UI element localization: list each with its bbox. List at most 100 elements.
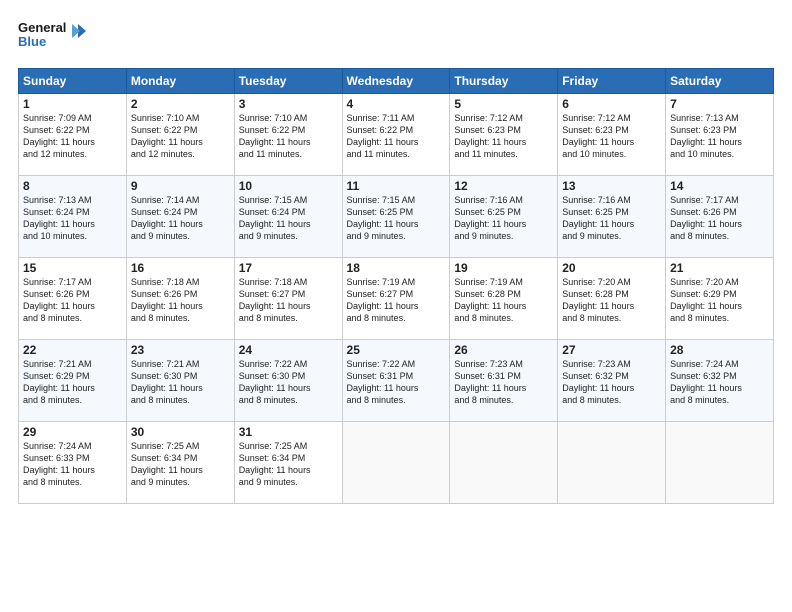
week-row-4: 22 Sunrise: 7:21 AMSunset: 6:29 PMDayligh… — [19, 340, 774, 422]
cell-info: Sunrise: 7:18 AMSunset: 6:27 PMDaylight:… — [239, 277, 311, 323]
day-number: 4 — [347, 97, 446, 111]
cell-info: Sunrise: 7:23 AMSunset: 6:32 PMDaylight:… — [562, 359, 634, 405]
logo-svg: General Blue — [18, 18, 88, 58]
day-number: 1 — [23, 97, 122, 111]
day-number: 28 — [670, 343, 769, 357]
calendar-cell: 5 Sunrise: 7:12 AMSunset: 6:23 PMDaylight… — [450, 94, 558, 176]
calendar-cell — [342, 422, 450, 504]
calendar-cell: 15 Sunrise: 7:17 AMSunset: 6:26 PMDayligh… — [19, 258, 127, 340]
day-number: 22 — [23, 343, 122, 357]
week-row-1: 1 Sunrise: 7:09 AMSunset: 6:22 PMDaylight… — [19, 94, 774, 176]
cell-info: Sunrise: 7:25 AMSunset: 6:34 PMDaylight:… — [239, 441, 311, 487]
calendar-cell: 19 Sunrise: 7:19 AMSunset: 6:28 PMDayligh… — [450, 258, 558, 340]
day-header-saturday: Saturday — [666, 69, 774, 94]
week-row-3: 15 Sunrise: 7:17 AMSunset: 6:26 PMDayligh… — [19, 258, 774, 340]
cell-info: Sunrise: 7:24 AMSunset: 6:32 PMDaylight:… — [670, 359, 742, 405]
cell-info: Sunrise: 7:19 AMSunset: 6:28 PMDaylight:… — [454, 277, 526, 323]
calendar-cell: 16Sunrise: 7:18 AMSunset: 6:26 PMDayligh… — [126, 258, 234, 340]
day-number: 18 — [347, 261, 446, 275]
day-number: 24 — [239, 343, 338, 357]
cell-info: Sunrise: 7:20 AMSunset: 6:29 PMDaylight:… — [670, 277, 742, 323]
calendar-body: 1 Sunrise: 7:09 AMSunset: 6:22 PMDaylight… — [19, 94, 774, 504]
cell-info: Sunrise: 7:22 AMSunset: 6:31 PMDaylight:… — [347, 359, 419, 405]
calendar-cell: 31 Sunrise: 7:25 AMSunset: 6:34 PMDayligh… — [234, 422, 342, 504]
calendar-cell: 11 Sunrise: 7:15 AMSunset: 6:25 PMDayligh… — [342, 176, 450, 258]
cell-info: Sunrise: 7:13 AMSunset: 6:24 PMDaylight:… — [23, 195, 95, 241]
calendar-table: SundayMondayTuesdayWednesdayThursdayFrid… — [18, 68, 774, 504]
day-number: 26 — [454, 343, 553, 357]
day-number: 10 — [239, 179, 338, 193]
calendar-cell: 20 Sunrise: 7:20 AMSunset: 6:28 PMDayligh… — [558, 258, 666, 340]
calendar-cell: 29 Sunrise: 7:24 AMSunset: 6:33 PMDayligh… — [19, 422, 127, 504]
cell-info: Sunrise: 7:21 AMSunset: 6:30 PMDaylight:… — [131, 359, 203, 405]
calendar-cell: 3Sunrise: 7:10 AMSunset: 6:22 PMDaylight… — [234, 94, 342, 176]
day-number: 20 — [562, 261, 661, 275]
day-header-friday: Friday — [558, 69, 666, 94]
cell-info: Sunrise: 7:24 AMSunset: 6:33 PMDaylight:… — [23, 441, 95, 487]
day-number: 11 — [347, 179, 446, 193]
cell-info: Sunrise: 7:16 AMSunset: 6:25 PMDaylight:… — [454, 195, 526, 241]
cell-info: Sunrise: 7:11 AMSunset: 6:22 PMDaylight:… — [347, 113, 419, 159]
calendar-cell: 23Sunrise: 7:21 AMSunset: 6:30 PMDayligh… — [126, 340, 234, 422]
calendar-cell: 27 Sunrise: 7:23 AMSunset: 6:32 PMDayligh… — [558, 340, 666, 422]
svg-text:General: General — [18, 20, 66, 35]
calendar-page: General Blue SundayMondayTuesdayWednesda… — [0, 0, 792, 612]
cell-info: Sunrise: 7:15 AMSunset: 6:24 PMDaylight:… — [239, 195, 311, 241]
calendar-cell: 6 Sunrise: 7:12 AMSunset: 6:23 PMDaylight… — [558, 94, 666, 176]
day-number: 7 — [670, 97, 769, 111]
calendar-cell: 21 Sunrise: 7:20 AMSunset: 6:29 PMDayligh… — [666, 258, 774, 340]
calendar-cell: 2Sunrise: 7:10 AMSunset: 6:22 PMDaylight… — [126, 94, 234, 176]
day-header-sunday: Sunday — [19, 69, 127, 94]
day-number: 31 — [239, 425, 338, 439]
cell-info: Sunrise: 7:15 AMSunset: 6:25 PMDaylight:… — [347, 195, 419, 241]
cell-info: Sunrise: 7:13 AMSunset: 6:23 PMDaylight:… — [670, 113, 742, 159]
day-header-wednesday: Wednesday — [342, 69, 450, 94]
day-number: 27 — [562, 343, 661, 357]
calendar-cell — [450, 422, 558, 504]
day-number: 21 — [670, 261, 769, 275]
cell-info: Sunrise: 7:16 AMSunset: 6:25 PMDaylight:… — [562, 195, 634, 241]
calendar-cell: 17 Sunrise: 7:18 AMSunset: 6:27 PMDayligh… — [234, 258, 342, 340]
calendar-cell: 4 Sunrise: 7:11 AMSunset: 6:22 PMDaylight… — [342, 94, 450, 176]
day-number: 5 — [454, 97, 553, 111]
day-number: 29 — [23, 425, 122, 439]
calendar-cell: 18 Sunrise: 7:19 AMSunset: 6:27 PMDayligh… — [342, 258, 450, 340]
day-number: 12 — [454, 179, 553, 193]
calendar-cell: 25 Sunrise: 7:22 AMSunset: 6:31 PMDayligh… — [342, 340, 450, 422]
calendar-cell: 26 Sunrise: 7:23 AMSunset: 6:31 PMDayligh… — [450, 340, 558, 422]
day-number: 13 — [562, 179, 661, 193]
calendar-cell — [666, 422, 774, 504]
cell-info: Sunrise: 7:12 AMSunset: 6:23 PMDaylight:… — [454, 113, 526, 159]
cell-info: Sunrise: 7:20 AMSunset: 6:28 PMDaylight:… — [562, 277, 634, 323]
calendar-cell: 8Sunrise: 7:13 AMSunset: 6:24 PMDaylight… — [19, 176, 127, 258]
svg-text:Blue: Blue — [18, 34, 46, 49]
calendar-cell: 9 Sunrise: 7:14 AMSunset: 6:24 PMDaylight… — [126, 176, 234, 258]
day-number: 15 — [23, 261, 122, 275]
cell-info: Sunrise: 7:17 AMSunset: 6:26 PMDaylight:… — [23, 277, 95, 323]
cell-info: Sunrise: 7:19 AMSunset: 6:27 PMDaylight:… — [347, 277, 419, 323]
day-number: 2 — [131, 97, 230, 111]
cell-info: Sunrise: 7:23 AMSunset: 6:31 PMDaylight:… — [454, 359, 526, 405]
calendar-cell: 22 Sunrise: 7:21 AMSunset: 6:29 PMDayligh… — [19, 340, 127, 422]
day-number: 19 — [454, 261, 553, 275]
day-number: 14 — [670, 179, 769, 193]
cell-info: Sunrise: 7:14 AMSunset: 6:24 PMDaylight:… — [131, 195, 203, 241]
calendar-cell: 1 Sunrise: 7:09 AMSunset: 6:22 PMDaylight… — [19, 94, 127, 176]
day-number: 30 — [131, 425, 230, 439]
cell-info: Sunrise: 7:12 AMSunset: 6:23 PMDaylight:… — [562, 113, 634, 159]
calendar-cell: 7 Sunrise: 7:13 AMSunset: 6:23 PMDaylight… — [666, 94, 774, 176]
week-row-5: 29 Sunrise: 7:24 AMSunset: 6:33 PMDayligh… — [19, 422, 774, 504]
cell-info: Sunrise: 7:17 AMSunset: 6:26 PMDaylight:… — [670, 195, 742, 241]
calendar-cell: 14 Sunrise: 7:17 AMSunset: 6:26 PMDayligh… — [666, 176, 774, 258]
day-number: 9 — [131, 179, 230, 193]
cell-info: Sunrise: 7:09 AMSunset: 6:22 PMDaylight:… — [23, 113, 95, 159]
calendar-cell: 13 Sunrise: 7:16 AMSunset: 6:25 PMDayligh… — [558, 176, 666, 258]
day-number: 17 — [239, 261, 338, 275]
day-number: 25 — [347, 343, 446, 357]
day-number: 6 — [562, 97, 661, 111]
day-header-tuesday: Tuesday — [234, 69, 342, 94]
cell-info: Sunrise: 7:21 AMSunset: 6:29 PMDaylight:… — [23, 359, 95, 405]
cell-info: Sunrise: 7:22 AMSunset: 6:30 PMDaylight:… — [239, 359, 311, 405]
logo: General Blue — [18, 18, 88, 58]
calendar-cell — [558, 422, 666, 504]
